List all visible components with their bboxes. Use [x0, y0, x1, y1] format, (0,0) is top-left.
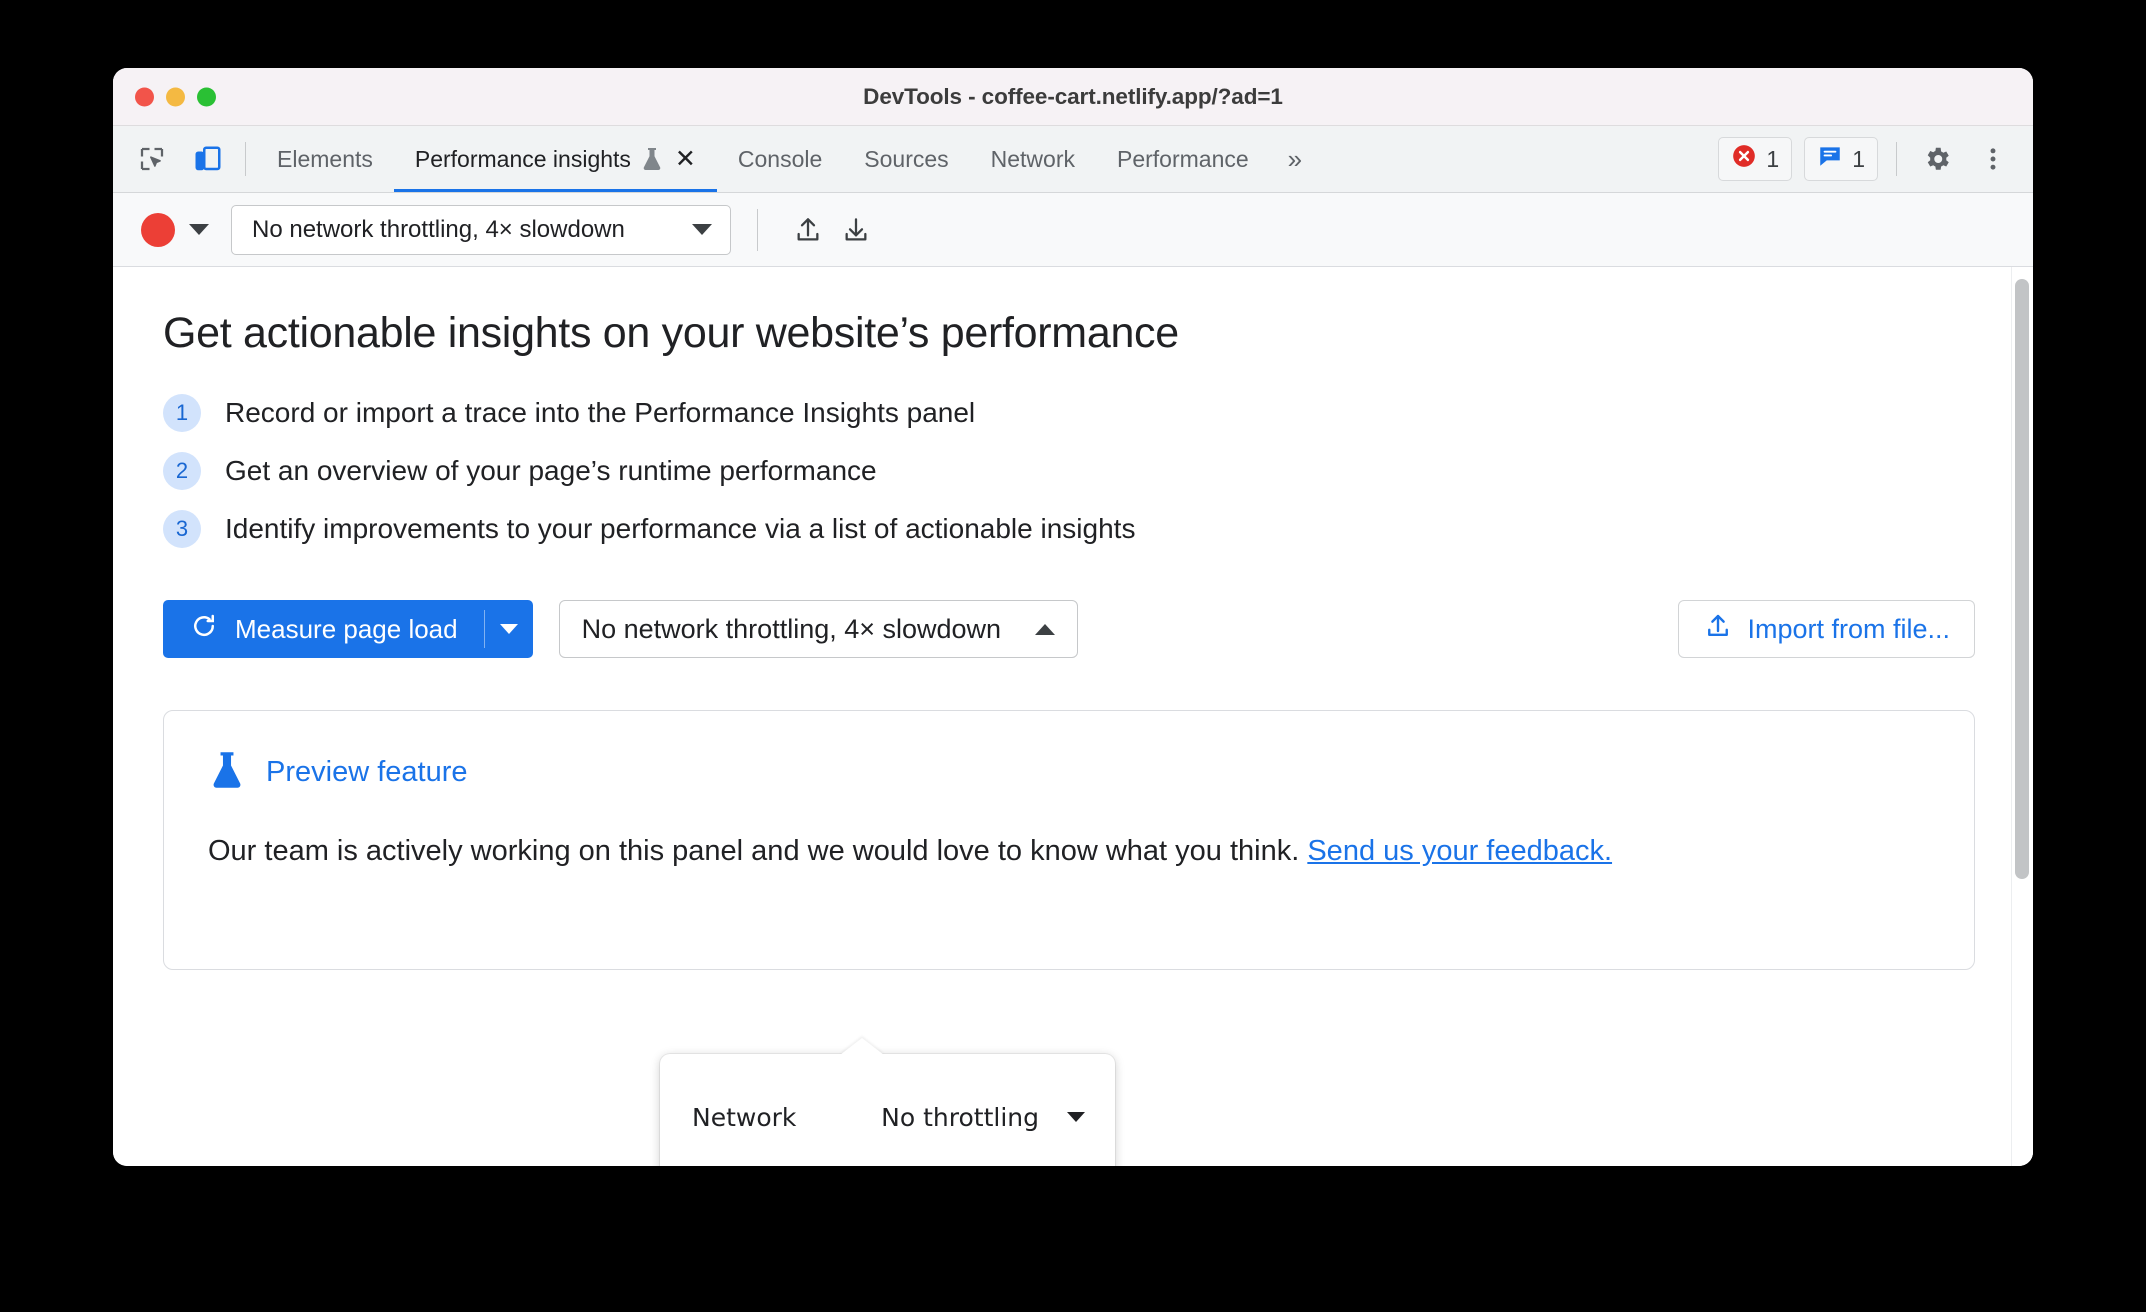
chevron-up-icon	[1035, 623, 1056, 635]
scrollbar-thumb[interactable]	[2015, 279, 2029, 879]
flask-icon	[208, 749, 246, 796]
upload-icon[interactable]	[784, 206, 832, 254]
chevron-down-icon	[499, 624, 518, 634]
vertical-scrollbar[interactable]	[2011, 267, 2033, 1166]
tab-label: Performance insights	[414, 145, 631, 172]
tabbar-right-controls: 1 1	[1718, 126, 2033, 192]
flask-icon	[641, 146, 663, 172]
close-window-button[interactable]	[135, 87, 154, 106]
error-count-badge[interactable]: 1	[1718, 137, 1793, 181]
toolbar-throttling-value: No network throttling, 4× slowdown	[252, 215, 625, 243]
close-icon[interactable]: ✕	[675, 146, 696, 172]
preview-feature-header: Preview feature	[208, 749, 1930, 796]
toolbar-divider	[757, 208, 758, 251]
action-row: Measure page load No network throttling,…	[163, 600, 2033, 658]
list-item: 1 Record or import a trace into the Perf…	[163, 394, 2033, 432]
steps-list: 1 Record or import a trace into the Perf…	[163, 394, 2033, 548]
step-text: Get an overview of your page’s runtime p…	[225, 455, 877, 486]
network-label: Network	[692, 1102, 797, 1132]
inspect-element-icon[interactable]	[131, 138, 173, 180]
tab-elements[interactable]: Elements	[256, 126, 394, 192]
tab-performance[interactable]: Performance	[1096, 126, 1270, 192]
measure-page-load-label: Measure page load	[235, 613, 458, 644]
record-options-chevron-down-icon[interactable]	[189, 224, 209, 235]
gear-icon[interactable]	[1915, 137, 1959, 181]
minimize-window-button[interactable]	[166, 87, 185, 106]
message-count: 1	[1852, 145, 1865, 172]
preview-feature-card: Preview feature Our team is actively wor…	[163, 710, 1975, 970]
measure-page-load-group: Measure page load	[163, 600, 533, 658]
devtools-tabbar: Elements Performance insights ✕ Console …	[113, 126, 2033, 193]
panel-toolbar: No network throttling, 4× slowdown	[113, 193, 2033, 267]
measure-page-load-button[interactable]: Measure page load	[163, 600, 484, 658]
popup-row-cpu[interactable]: CPU 4× slowdown	[660, 1154, 1115, 1166]
window-title: DevTools - coffee-cart.netlify.app/?ad=1	[863, 83, 1283, 109]
throttling-popup: Network No throttling CPU 4× slowdown	[660, 1054, 1115, 1166]
tabbar-divider	[245, 142, 246, 176]
import-from-file-label: Import from file...	[1747, 613, 1950, 644]
preview-feature-label: Preview feature	[266, 756, 468, 788]
list-item: 2 Get an overview of your page’s runtime…	[163, 452, 2033, 490]
tab-list: Elements Performance insights ✕ Console …	[256, 126, 1320, 192]
message-count-badge[interactable]: 1	[1804, 137, 1878, 181]
tab-label: Network	[990, 145, 1075, 172]
landing-view: Get actionable insights on your website’…	[113, 267, 2033, 970]
tab-performance-insights[interactable]: Performance insights ✕	[393, 126, 717, 192]
three-dots-icon[interactable]	[1971, 137, 2015, 181]
network-value: No throttling	[881, 1102, 1039, 1132]
send-feedback-link[interactable]: Send us your feedback.	[1307, 835, 1612, 867]
step-number: 1	[163, 394, 201, 432]
chevron-down-icon	[692, 224, 712, 235]
tab-network[interactable]: Network	[970, 126, 1096, 192]
tab-label: Sources	[864, 145, 949, 172]
page-title: Get actionable insights on your website’…	[163, 309, 1179, 357]
screenshot-root: DevTools - coffee-cart.netlify.app/?ad=1	[0, 0, 2146, 1312]
upload-icon	[1703, 611, 1733, 648]
throttling-select[interactable]: No network throttling, 4× slowdown	[558, 600, 1079, 658]
toolbar-throttling-select[interactable]: No network throttling, 4× slowdown	[231, 204, 731, 255]
error-count: 1	[1766, 145, 1780, 172]
step-number: 3	[163, 510, 201, 548]
preview-feature-text: Our team is actively working on this pan…	[208, 835, 1308, 867]
list-item: 3 Identify improvements to your performa…	[163, 510, 2033, 548]
step-number: 2	[163, 452, 201, 490]
tab-label: Performance	[1117, 145, 1249, 172]
tabbar-right-divider	[1896, 142, 1897, 176]
tab-sources[interactable]: Sources	[843, 126, 969, 192]
error-icon	[1731, 143, 1757, 175]
devtools-window: DevTools - coffee-cart.netlify.app/?ad=1	[113, 68, 2033, 1166]
tab-label: Console	[737, 145, 823, 172]
message-icon	[1817, 143, 1843, 175]
tab-console[interactable]: Console	[717, 126, 843, 192]
traffic-lights	[135, 87, 216, 106]
reload-icon	[189, 611, 219, 648]
more-tabs-icon[interactable]: »	[1270, 126, 1320, 192]
step-text: Identify improvements to your performanc…	[225, 513, 1136, 544]
step-text: Record or import a trace into the Perfor…	[225, 397, 976, 428]
tabbar-tool-icons	[131, 126, 245, 192]
popup-row-network[interactable]: Network No throttling	[660, 1080, 1115, 1154]
throttling-value: No network throttling, 4× slowdown	[581, 613, 1002, 644]
maximize-window-button[interactable]	[197, 87, 216, 106]
download-icon[interactable]	[832, 206, 880, 254]
chevron-down-icon[interactable]	[1067, 1112, 1085, 1122]
import-from-file-button[interactable]: Import from file...	[1678, 600, 1975, 658]
measure-options-button[interactable]	[485, 600, 533, 658]
device-toolbar-icon[interactable]	[187, 138, 229, 180]
panel-content: Get actionable insights on your website’…	[113, 267, 2033, 1166]
record-button[interactable]	[141, 212, 175, 247]
window-titlebar: DevTools - coffee-cart.netlify.app/?ad=1	[113, 68, 2033, 126]
preview-feature-body: Our team is actively working on this pan…	[208, 830, 1748, 873]
tab-label: Elements	[277, 145, 373, 172]
